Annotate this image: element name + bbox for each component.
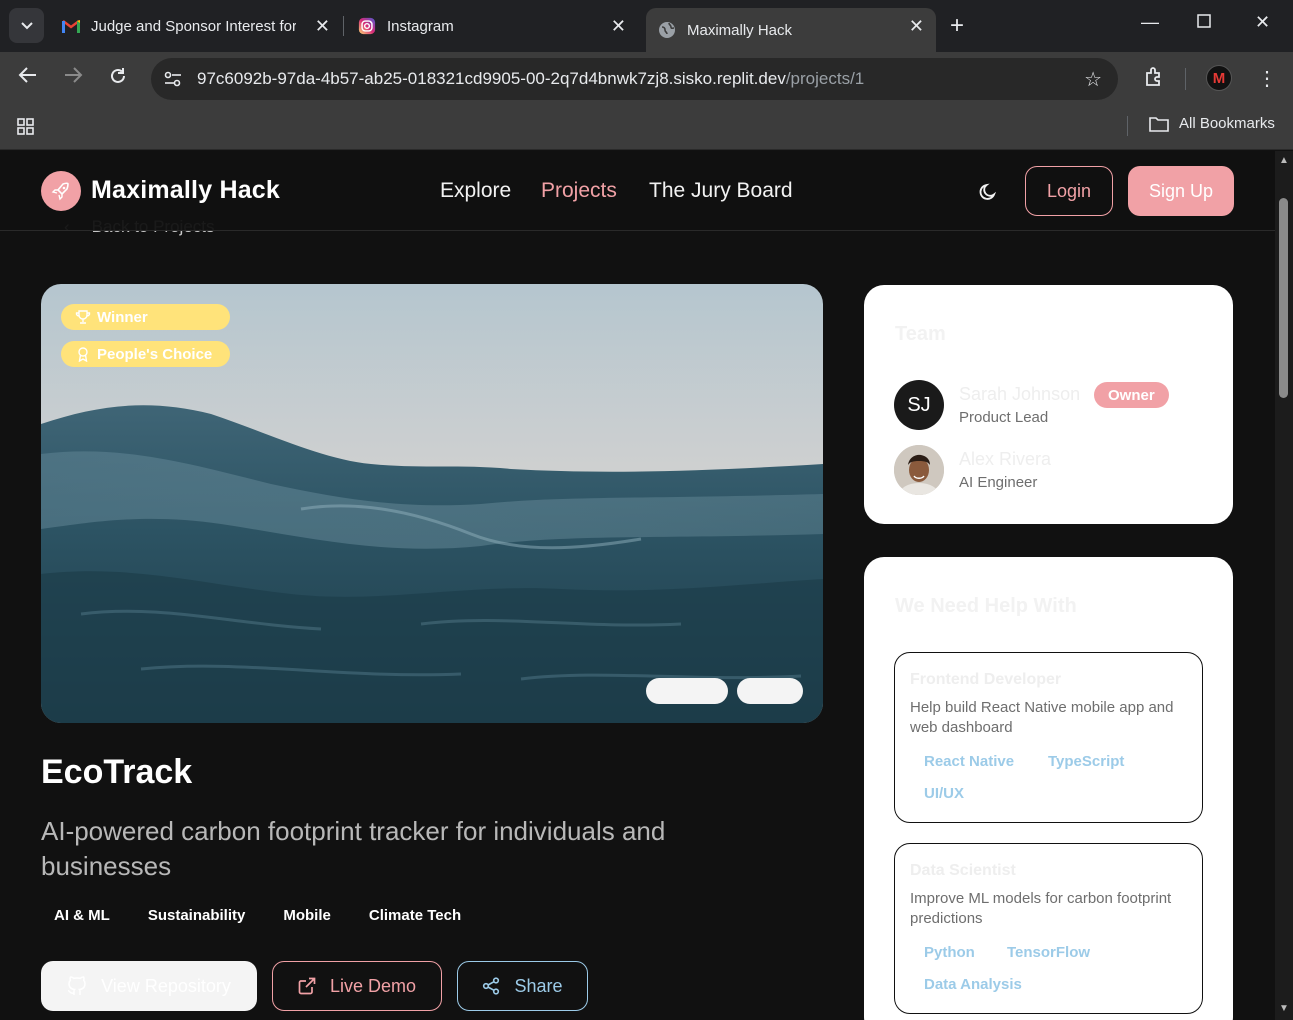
skill-tag: Data Analysis (924, 976, 1022, 993)
team-title: Team (895, 323, 946, 345)
theme-toggle-moon-icon[interactable] (977, 181, 999, 208)
all-bookmarks-button[interactable]: All Bookmarks (1149, 115, 1275, 132)
award-ribbon-icon (78, 347, 88, 362)
chevron-down-icon (20, 21, 33, 29)
team-member[interactable]: SJ Sarah Johnson Owner Product Lead (894, 380, 1214, 430)
role-description: Help build React Native mobile app and w… (910, 699, 1174, 736)
owner-badge: Owner (1094, 382, 1169, 408)
scroll-down-arrow-icon[interactable]: ▼ (1279, 1003, 1289, 1014)
tag[interactable]: Mobile (270, 907, 344, 927)
nav-explore[interactable]: Explore (440, 179, 511, 203)
site-settings-icon[interactable] (163, 70, 183, 88)
scrollbar-thumb[interactable] (1279, 198, 1288, 398)
winner-badge: Winner (61, 304, 230, 330)
browser-menu-icon[interactable]: ⋮ (1257, 66, 1277, 91)
role-description: Improve ML models for carbon footprint p… (910, 890, 1172, 927)
member-name: Sarah Johnson (959, 384, 1081, 404)
site-header: Maximally Hack Explore Projects The Jury… (0, 151, 1275, 231)
member-name: Alex Rivera (959, 449, 1052, 469)
rocket-logo-icon[interactable] (41, 171, 81, 211)
bookmark-star-icon[interactable]: ☆ (1084, 67, 1102, 92)
trophy-icon (75, 310, 91, 324)
team-card: Team SJ Sarah Johnson Owner Product Lead… (864, 285, 1233, 524)
browser-toolbar: 97c6092b-97da-4b57-ab25-018321cd9905-00-… (0, 52, 1293, 108)
view-repository-button[interactable]: View Repository (41, 961, 257, 1011)
role-title: Frontend Developer (910, 671, 1062, 688)
tab-title: Instagram (387, 17, 454, 35)
all-bookmarks-label: All Bookmarks (1179, 115, 1275, 132)
skill-tag: TensorFlow (1007, 944, 1091, 961)
project-tags: AI & ML Sustainability Mobile Climate Te… (41, 907, 474, 927)
image-overlay-pill[interactable] (737, 678, 803, 704)
role-card[interactable]: Data Scientist Improve ML models for car… (894, 843, 1203, 1014)
live-demo-button[interactable]: Live Demo (272, 961, 442, 1011)
role-title: Data Scientist (910, 862, 1016, 879)
new-tab-icon[interactable]: + (950, 12, 964, 40)
close-window-icon[interactable]: ✕ (1255, 12, 1270, 33)
minimize-icon[interactable]: — (1141, 12, 1159, 33)
tab-instagram[interactable]: Instagram ✕ (348, 8, 638, 44)
instagram-icon (358, 17, 376, 35)
peoples-choice-badge: People's Choice (61, 341, 230, 367)
tab-title: Judge and Sponsor Interest for (91, 17, 296, 35)
image-overlay-pill[interactable] (646, 678, 728, 704)
tab-maximally-hack[interactable]: Maximally Hack ✕ (646, 8, 936, 52)
extensions-icon[interactable] (1143, 66, 1165, 93)
skill-tag: Python (924, 944, 975, 961)
tab-search-button[interactable] (9, 8, 44, 43)
bookmarks-bar: All Bookmarks (0, 108, 1293, 150)
page-viewport: Maximally Hack Explore Projects The Jury… (0, 151, 1275, 1020)
profile-avatar[interactable]: M (1206, 65, 1232, 91)
avatar: SJ (894, 380, 944, 430)
tab-strip: Judge and Sponsor Interest for ✕ Instagr… (0, 0, 1293, 52)
signup-button[interactable]: Sign Up (1128, 166, 1234, 216)
maximize-icon[interactable] (1197, 12, 1211, 33)
help-wanted-title: We Need Help With (895, 595, 1077, 617)
close-tab-icon[interactable]: ✕ (315, 16, 330, 37)
share-icon (483, 977, 500, 995)
tag[interactable]: Sustainability (135, 907, 259, 927)
project-tagline: AI-powered carbon footprint tracker for … (41, 816, 666, 881)
site-logo[interactable]: Maximally Hack (91, 176, 280, 205)
back-arrow-icon[interactable] (18, 66, 38, 90)
skill-tag: TypeScript (1048, 753, 1125, 770)
reload-icon[interactable] (108, 66, 128, 92)
globe-icon (658, 21, 676, 39)
help-wanted-card: We Need Help With Frontend Developer Hel… (864, 557, 1233, 1020)
nav-jury-board[interactable]: The Jury Board (649, 179, 793, 203)
skill-tag: React Native (924, 753, 1015, 770)
close-tab-icon[interactable]: ✕ (611, 16, 626, 37)
project-title: EcoTrack (41, 753, 193, 791)
tab-separator (343, 16, 344, 36)
apps-grid-icon[interactable] (16, 117, 36, 142)
tab-title: Maximally Hack (687, 21, 793, 39)
avatar (894, 445, 944, 495)
toolbar-separator (1185, 68, 1186, 90)
external-link-icon (298, 977, 316, 995)
scroll-up-arrow-icon[interactable]: ▲ (1279, 155, 1289, 166)
gmail-icon (62, 17, 80, 35)
close-tab-icon[interactable]: ✕ (909, 16, 924, 37)
member-role: Product Lead (959, 409, 1049, 426)
page-scrollbar[interactable]: ▲ ▼ (1275, 151, 1293, 1020)
team-member[interactable]: Alex Rivera AI Engineer (894, 445, 1214, 495)
member-role: AI Engineer (959, 474, 1038, 491)
project-hero-image: Winner People's Choice (41, 284, 823, 723)
share-button[interactable]: Share (457, 961, 588, 1011)
login-button[interactable]: Login (1025, 166, 1113, 216)
nav-projects[interactable]: Projects (541, 179, 617, 203)
skill-tag: UI/UX (924, 785, 965, 802)
forward-arrow-icon[interactable] (63, 66, 83, 90)
tag[interactable]: AI & ML (41, 907, 123, 927)
url-text: 97c6092b-97da-4b57-ab25-018321cd9905-00-… (197, 69, 865, 88)
github-icon (67, 976, 86, 995)
address-bar[interactable]: 97c6092b-97da-4b57-ab25-018321cd9905-00-… (151, 58, 1118, 100)
bookmarks-separator (1127, 116, 1128, 136)
role-card[interactable]: Frontend Developer Help build React Nati… (894, 652, 1203, 823)
tab-gmail[interactable]: Judge and Sponsor Interest for ✕ (52, 8, 342, 44)
tag[interactable]: Climate Tech (356, 907, 474, 927)
folder-icon (1149, 116, 1169, 132)
